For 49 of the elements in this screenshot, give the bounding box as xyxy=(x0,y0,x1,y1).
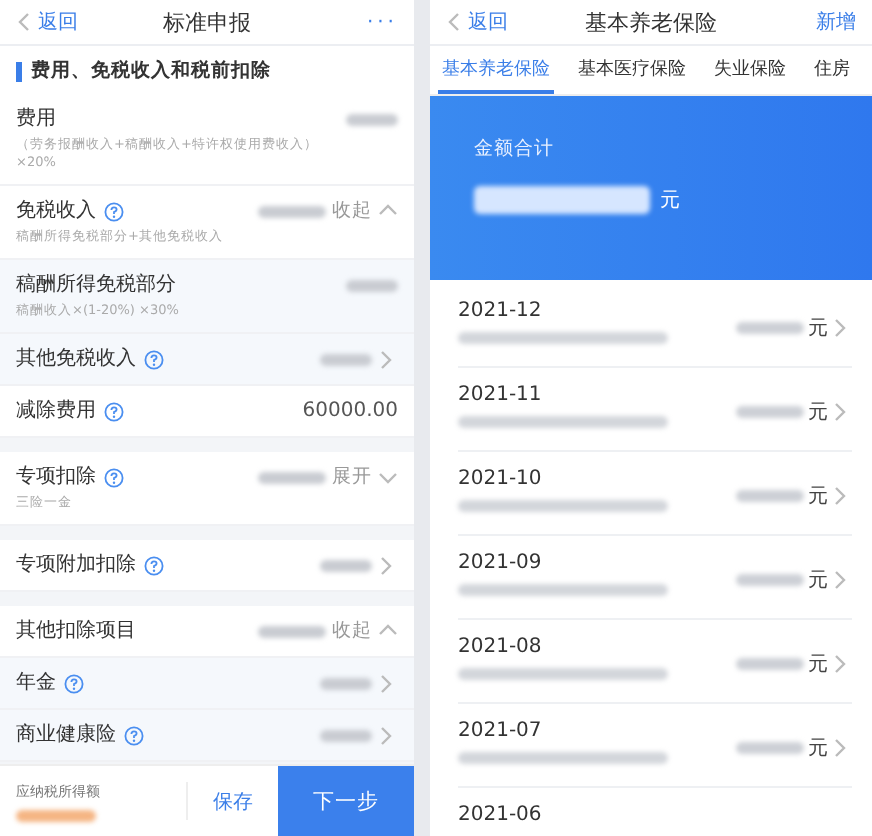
row-label: 专项附加扣除 xyxy=(16,552,136,578)
row-label: 年金 xyxy=(16,670,56,696)
currency-unit: 元 xyxy=(808,400,828,426)
form-row[interactable]: 减除费用 60000.00 xyxy=(0,386,414,438)
back-link[interactable]: 返回 xyxy=(446,8,585,36)
summary-label: 金额合计 xyxy=(474,136,556,162)
record-row[interactable]: 2021-06 xyxy=(458,788,852,836)
form-row[interactable]: 专项附加扣除 xyxy=(0,540,414,592)
record-date: 2021-12 xyxy=(458,300,544,322)
currency-unit: 元 xyxy=(808,484,828,510)
tab[interactable]: 失业保险 xyxy=(710,46,790,94)
form-row[interactable]: 商业健康险 xyxy=(0,710,414,762)
row-label: 专项扣除 xyxy=(16,464,96,490)
tab[interactable]: 基本医疗保险 xyxy=(574,46,690,94)
next-button[interactable]: 下一步 xyxy=(278,766,414,836)
record-row[interactable]: 2021-09 元 xyxy=(458,536,852,620)
row-label: 费用 xyxy=(16,106,56,132)
row-label: 免税收入 xyxy=(16,198,96,224)
add-link[interactable]: 新增 xyxy=(717,8,856,36)
record-date: 2021-07 xyxy=(458,720,544,742)
record-date: 2021-11 xyxy=(458,384,544,406)
form-row[interactable]: 其他免税收入 xyxy=(0,334,414,386)
page-title: 标准申报 xyxy=(163,7,251,37)
currency-unit: 元 xyxy=(808,652,828,678)
record-row[interactable]: 2021-11 元 xyxy=(458,368,852,452)
section-title: 费用、免税收入和税前扣除 xyxy=(31,58,271,84)
currency-unit: 元 xyxy=(808,568,828,594)
currency-unit: 元 xyxy=(808,736,828,762)
row-label: 其他扣除项目 xyxy=(16,618,136,644)
form-row[interactable]: 年金 xyxy=(0,658,414,710)
back-link[interactable]: 返回 xyxy=(16,8,163,36)
record-row[interactable]: 2021-08 元 xyxy=(458,620,852,704)
record-date: 2021-08 xyxy=(458,636,544,658)
record-date: 2021-10 xyxy=(458,468,544,490)
row-label: 稿酬所得免税部分 xyxy=(16,272,176,298)
record-date: 2021-09 xyxy=(458,552,544,574)
tab[interactable]: 住房 xyxy=(810,46,854,94)
row-label: 其他免税收入 xyxy=(16,346,136,372)
row-label: 减除费用 xyxy=(16,398,96,424)
currency-unit: 元 xyxy=(660,188,680,214)
record-row[interactable]: 2021-12 元 xyxy=(458,284,852,368)
record-date: 2021-06 xyxy=(458,804,544,826)
row-label: 商业健康险 xyxy=(16,722,116,748)
more-menu[interactable]: ··· xyxy=(251,11,398,33)
page-title: 基本养老保险 xyxy=(585,7,717,37)
row-value: 60000.00 xyxy=(302,400,398,422)
currency-unit: 元 xyxy=(808,316,828,342)
record-row[interactable]: 2021-10 元 xyxy=(458,452,852,536)
record-row[interactable]: 2021-07 元 xyxy=(458,704,852,788)
